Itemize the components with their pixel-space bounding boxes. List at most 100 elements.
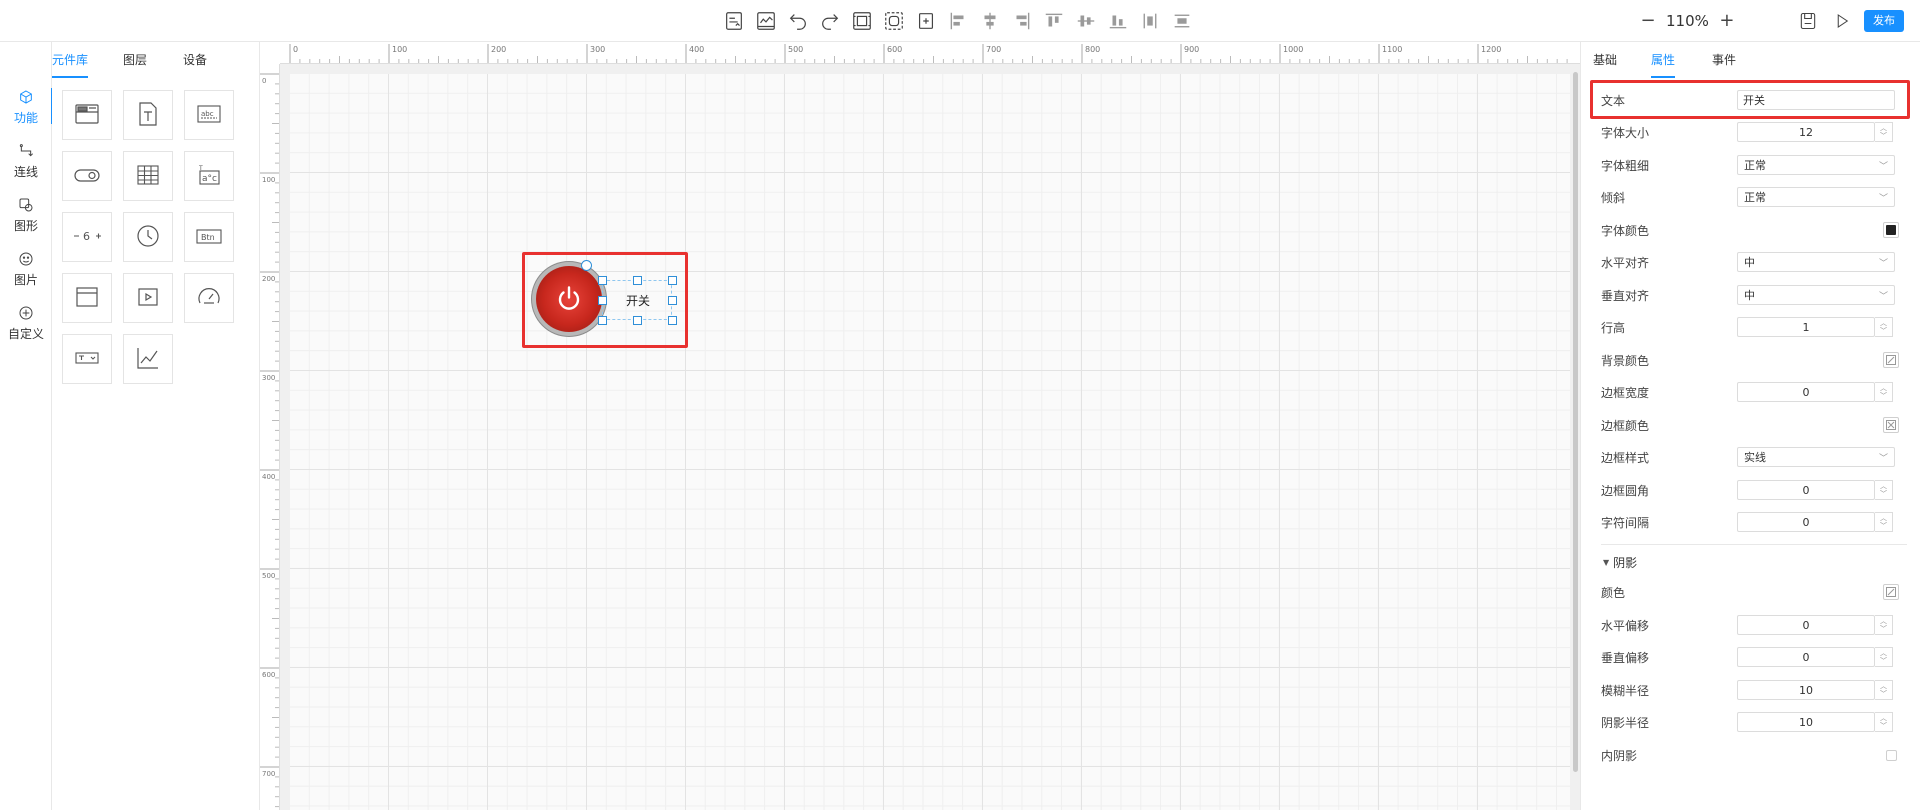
- ungroup-icon[interactable]: [878, 8, 910, 34]
- prop-shadow-spread-input[interactable]: 10: [1737, 712, 1875, 732]
- select-component[interactable]: [62, 334, 112, 384]
- prop-font-size-stepper[interactable]: ︿ ﹀: [1875, 122, 1893, 142]
- resize-handle-e[interactable]: [668, 296, 677, 305]
- redo-icon[interactable]: [814, 8, 846, 34]
- rail-item-image[interactable]: 图片: [0, 244, 52, 294]
- switch-label-text[interactable]: 开关: [626, 292, 650, 309]
- prop-shadow-spread-stepper[interactable]: ︿ ﹀: [1875, 712, 1893, 732]
- gauge-component[interactable]: [184, 273, 234, 323]
- resize-handle-n[interactable]: [633, 276, 642, 285]
- distribute-h-icon[interactable]: [1134, 8, 1166, 34]
- chart-icon[interactable]: [750, 8, 782, 34]
- rotate-handle[interactable]: [581, 260, 592, 271]
- prop-shadow-v-offset-input[interactable]: 0: [1737, 647, 1875, 667]
- prop-inner-shadow-checkbox[interactable]: [1886, 749, 1897, 761]
- group-icon[interactable]: [846, 8, 878, 34]
- prop-border-radius-stepper[interactable]: ︿ ﹀: [1875, 480, 1893, 500]
- button-component[interactable]: Btn: [184, 212, 234, 262]
- resize-handle-s[interactable]: [633, 316, 642, 325]
- prop-font-weight-value: 正常: [1744, 159, 1766, 172]
- prop-border-radius-input[interactable]: 0: [1737, 480, 1875, 500]
- shadow-section-header[interactable]: ▼ 阴影: [1603, 554, 1637, 571]
- prop-border-width-stepper[interactable]: ︿ ﹀: [1875, 382, 1893, 402]
- ruler-x-label: 0: [293, 45, 298, 54]
- library-tabs: 元件库 图层 设备: [52, 42, 260, 78]
- cube-icon: [17, 88, 35, 106]
- prop-italic-select[interactable]: 正常 ﹀: [1737, 187, 1895, 207]
- text-component[interactable]: [123, 90, 173, 140]
- undo-icon[interactable]: [782, 8, 814, 34]
- tab-component-library[interactable]: 元件库: [52, 42, 88, 78]
- align-middle-icon[interactable]: [1070, 8, 1102, 34]
- prop-line-height-stepper[interactable]: ︿ ﹀: [1875, 317, 1893, 337]
- editor-canvas-area: 0 100 200 300 400 500 600 700 800 900 1000 1100 1200…: [260, 42, 1580, 810]
- image-icon: [17, 250, 35, 268]
- prop-line-height-input[interactable]: 1: [1737, 317, 1875, 337]
- resize-handle-nw[interactable]: [598, 276, 607, 285]
- prop-font-color-label: 字体颜色: [1601, 223, 1650, 238]
- prop-font-weight-row: 字体粗细 正常 ﹀: [1601, 152, 1911, 178]
- switch-component-instance[interactable]: [536, 266, 602, 332]
- switch-component[interactable]: [62, 151, 112, 201]
- distribute-v-icon[interactable]: [1166, 8, 1198, 34]
- tab-layers[interactable]: 图层: [123, 42, 147, 78]
- template-icon[interactable]: [718, 8, 750, 34]
- prop-border-color-swatch[interactable]: [1883, 417, 1899, 433]
- align-left-icon[interactable]: [942, 8, 974, 34]
- panel-component[interactable]: [62, 273, 112, 323]
- prop-shadow-color-label: 颜色: [1601, 585, 1626, 600]
- window-component[interactable]: [62, 90, 112, 140]
- drawing-canvas[interactable]: [290, 74, 1570, 810]
- prop-shadow-h-offset-input[interactable]: 0: [1737, 615, 1875, 635]
- align-center-icon[interactable]: [974, 8, 1006, 34]
- prop-border-width-input[interactable]: 0: [1737, 382, 1875, 402]
- rail-item-shape[interactable]: 图形: [0, 190, 52, 240]
- ruler-x-label: 800: [1085, 45, 1100, 54]
- tab-devices[interactable]: 设备: [183, 42, 207, 78]
- zoom-out-button[interactable]: −: [1640, 10, 1656, 31]
- prop-bg-color-swatch[interactable]: [1883, 352, 1899, 368]
- prop-v-align-select[interactable]: 中 ﹀: [1737, 285, 1895, 305]
- prop-font-color-swatch[interactable]: [1883, 222, 1899, 238]
- canvas-scrollbar[interactable]: [1573, 72, 1578, 772]
- tab-basic[interactable]: 基础: [1593, 42, 1617, 78]
- align-bottom-icon[interactable]: [1102, 8, 1134, 34]
- prop-letter-spacing-stepper[interactable]: ︿ ﹀: [1875, 512, 1893, 532]
- prop-border-radius-row: 边框圆角 0 ︿ ﹀: [1601, 477, 1911, 503]
- resize-handle-ne[interactable]: [668, 276, 677, 285]
- resize-handle-se[interactable]: [668, 316, 677, 325]
- rail-item-function[interactable]: 功能: [0, 82, 53, 132]
- resize-handle-w[interactable]: [598, 296, 607, 305]
- distribute-icon[interactable]: [910, 8, 942, 34]
- prop-font-weight-select[interactable]: 正常 ﹀: [1737, 155, 1895, 175]
- prop-border-style-select[interactable]: 实线 ﹀: [1737, 447, 1895, 467]
- zoom-in-button[interactable]: +: [1719, 10, 1735, 31]
- table-component[interactable]: [123, 151, 173, 201]
- textbox-component[interactable]: abc: [184, 90, 234, 140]
- prop-letter-spacing-input[interactable]: 0: [1737, 512, 1875, 532]
- video-component[interactable]: [123, 273, 173, 323]
- prop-h-align-select[interactable]: 中 ﹀: [1737, 252, 1895, 272]
- rail-item-custom[interactable]: 自定义: [0, 298, 52, 348]
- prop-shadow-blur-input[interactable]: 10: [1737, 680, 1875, 700]
- prop-shadow-h-offset-stepper[interactable]: ︿ ﹀: [1875, 615, 1893, 635]
- save-icon[interactable]: [1796, 9, 1820, 33]
- align-right-icon[interactable]: [1006, 8, 1038, 34]
- prop-shadow-blur-stepper[interactable]: ︿ ﹀: [1875, 680, 1893, 700]
- publish-button[interactable]: 发布: [1864, 10, 1904, 32]
- prop-shadow-color-swatch[interactable]: [1883, 584, 1899, 600]
- toolbar-right: 发布: [1796, 9, 1904, 33]
- tab-properties[interactable]: 属性: [1651, 42, 1675, 78]
- prop-shadow-v-offset-stepper[interactable]: ︿ ﹀: [1875, 647, 1893, 667]
- formula-component[interactable]: Ta°c: [184, 151, 234, 201]
- resize-handle-sw[interactable]: [598, 316, 607, 325]
- prop-h-align-value: 中: [1744, 256, 1755, 269]
- stepper-component[interactable]: 6: [62, 212, 112, 262]
- preview-play-icon[interactable]: [1830, 9, 1854, 33]
- rail-item-connector[interactable]: 连线: [0, 136, 52, 186]
- align-top-icon[interactable]: [1038, 8, 1070, 34]
- prop-font-size-input[interactable]: 12: [1737, 122, 1875, 142]
- line-chart-component[interactable]: [123, 334, 173, 384]
- clock-component[interactable]: [123, 212, 173, 262]
- tab-events[interactable]: 事件: [1712, 42, 1736, 78]
